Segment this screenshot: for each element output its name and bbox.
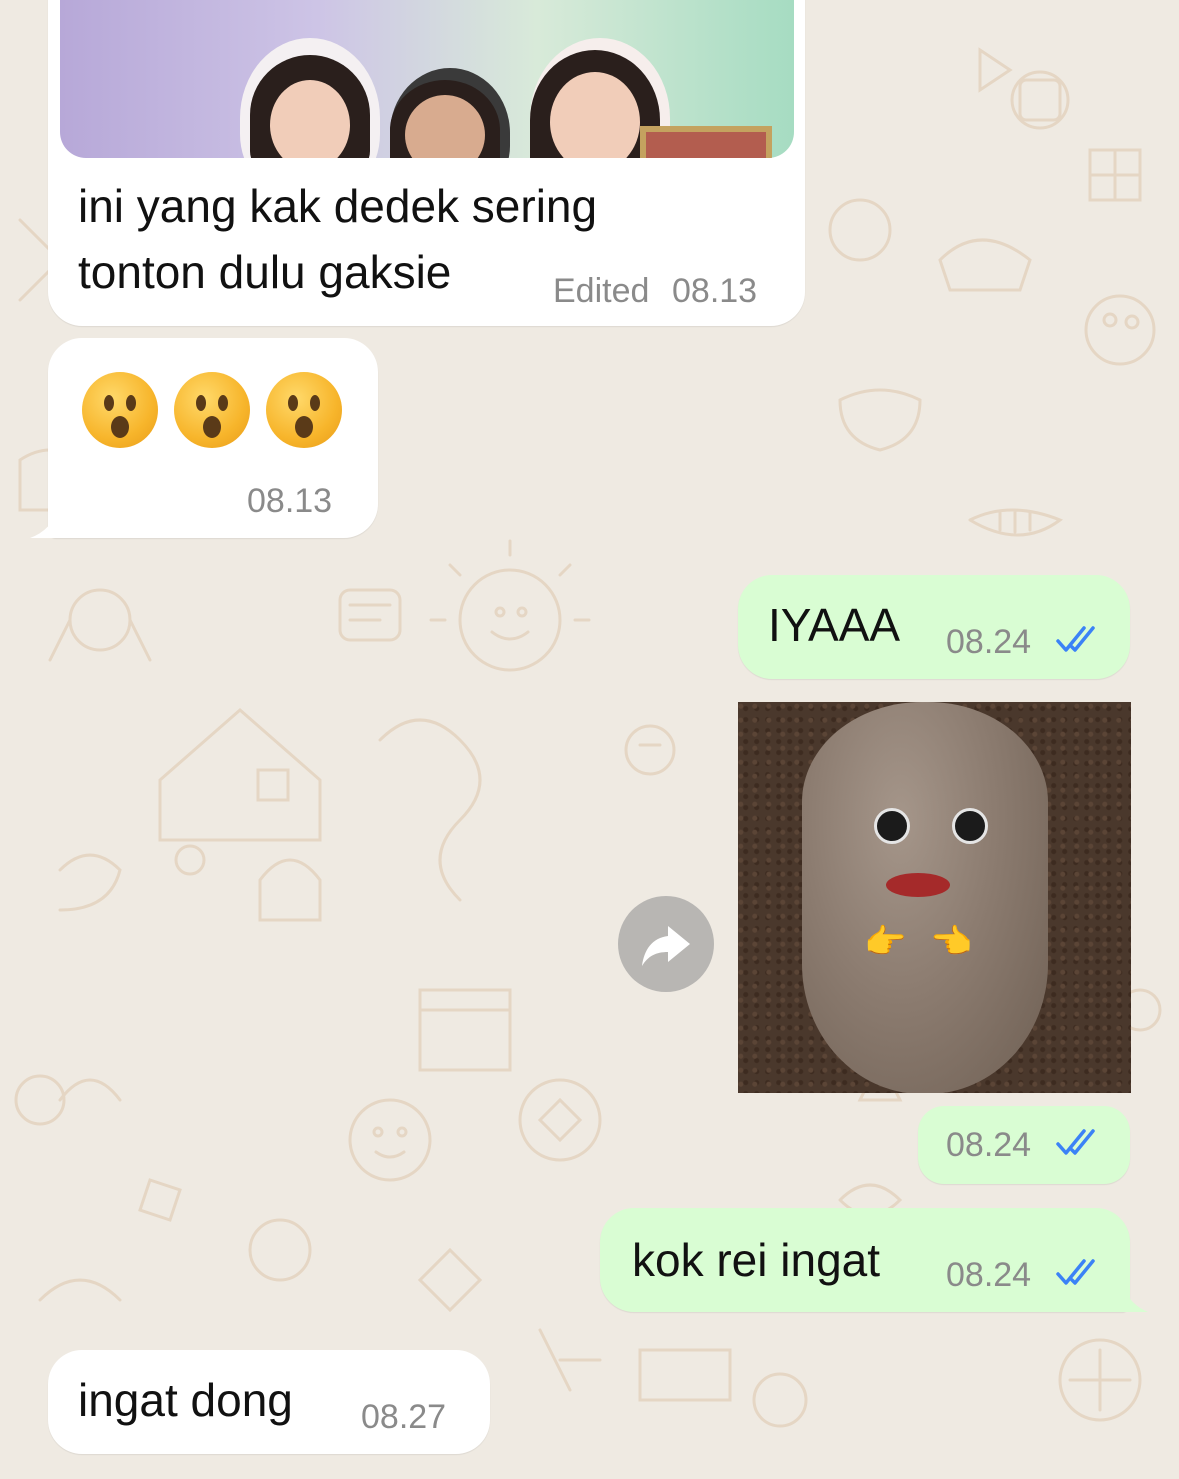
sticker-time-badge: 08.24 bbox=[918, 1106, 1130, 1184]
double-check-icon bbox=[1056, 626, 1095, 652]
outgoing-text-message[interactable]: kok rei ingat 08.24 bbox=[600, 1208, 1130, 1312]
message-text: tonton dulu gaksie bbox=[78, 246, 452, 298]
incoming-emoji-message[interactable]: 08.13 bbox=[48, 338, 378, 538]
bubble-tail bbox=[30, 506, 60, 538]
outgoing-text-message[interactable]: IYAAA 08.24 bbox=[738, 575, 1130, 679]
message-time: 08.24 bbox=[946, 623, 1032, 661]
message-text: IYAAA bbox=[768, 599, 901, 651]
incoming-photo-message[interactable]: ini yang kak dedek sering tonton dulu ga… bbox=[48, 0, 805, 326]
message-time: 08.13 bbox=[247, 482, 333, 520]
potato-sticker[interactable]: 👉 👈 bbox=[738, 702, 1131, 1093]
double-check-icon bbox=[1056, 1259, 1095, 1285]
double-check-icon bbox=[1056, 1129, 1095, 1155]
message-time: 08.13 bbox=[672, 272, 758, 310]
forward-arrow-icon bbox=[642, 926, 690, 966]
hushed-face-icon bbox=[174, 372, 250, 448]
message-text: ini yang kak dedek sering bbox=[78, 180, 598, 232]
bubble-tail bbox=[1120, 1280, 1148, 1312]
forward-button[interactable] bbox=[618, 896, 714, 992]
incoming-text-message[interactable]: ingat dong 08.27 bbox=[48, 1350, 490, 1454]
message-time: 08.24 bbox=[946, 1256, 1032, 1294]
potato-face-icon: 👉 👈 bbox=[802, 702, 1048, 1093]
message-text: ingat dong bbox=[78, 1374, 293, 1426]
hushed-face-icon bbox=[266, 372, 342, 448]
message-time: 08.24 bbox=[946, 1126, 1032, 1164]
hushed-face-icon bbox=[82, 372, 158, 448]
shared-photo[interactable] bbox=[60, 0, 794, 158]
message-text: kok rei ingat bbox=[632, 1234, 881, 1286]
edited-label: Edited bbox=[553, 272, 650, 310]
message-time: 08.27 bbox=[361, 1398, 447, 1436]
